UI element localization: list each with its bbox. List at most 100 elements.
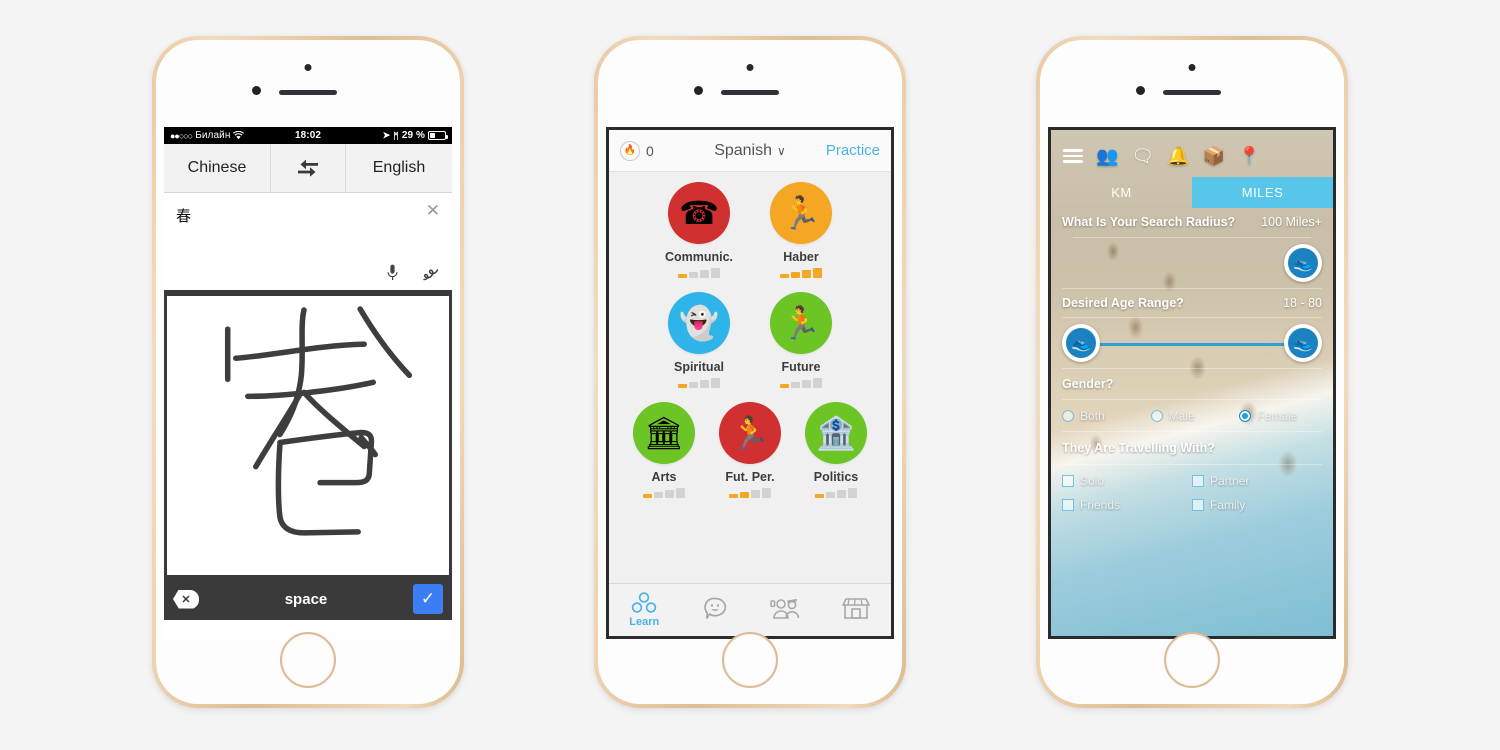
age-range-section: Desired Age Range? 18 - 80 👟 👟 xyxy=(1051,286,1333,366)
radio-label: Female xyxy=(1257,409,1298,423)
checkbox-partner[interactable]: Partner xyxy=(1192,474,1322,488)
status-bar: ●●○○○ Билайн 18:02 ➤ ᛗ 29 % xyxy=(164,127,452,144)
home-button[interactable] xyxy=(280,632,336,688)
confirm-button[interactable]: ✓ xyxy=(412,584,443,614)
checkbox-family[interactable]: Family xyxy=(1192,498,1322,512)
checkbox-label: Family xyxy=(1210,498,1246,512)
carrier-label: Билайн xyxy=(195,130,231,141)
skill-future[interactable]: 🏃 Future xyxy=(764,292,838,388)
battery-percent-label: 29 % xyxy=(401,130,426,141)
practice-button[interactable]: Practice xyxy=(786,142,880,159)
travelling-with-label: They Are Travelling With? xyxy=(1062,441,1215,455)
swap-arrows-icon[interactable] xyxy=(270,144,346,192)
checkbox-label: Friends xyxy=(1080,498,1121,512)
proximity-sensor-icon xyxy=(1136,86,1145,95)
section-divider xyxy=(1062,317,1322,318)
skill-fut-per[interactable]: 🏃 Fut. Per. xyxy=(713,402,787,498)
translate-input-area[interactable]: 春 ✕ xyxy=(164,193,452,293)
radio-female[interactable]: Female xyxy=(1239,409,1322,423)
people-icon[interactable]: 👥 xyxy=(1096,147,1118,165)
translate-input-value[interactable]: 春 xyxy=(176,205,191,226)
skill-politics[interactable]: 🏦 Politics xyxy=(799,402,873,498)
strength-bars xyxy=(780,268,822,278)
chat-icon[interactable]: 🗨 xyxy=(1131,147,1154,165)
home-button[interactable] xyxy=(722,632,778,688)
skill-label: Fut. Per. xyxy=(725,470,775,484)
strength-bars xyxy=(678,268,720,278)
radio-label: Both xyxy=(1080,409,1105,423)
clear-icon[interactable]: ✕ xyxy=(426,202,440,219)
shop-icon xyxy=(841,598,871,619)
phone-device-language-app: 🔥 0 Spanish ∨ Practice ☎ Communic. 🏃 Hab… xyxy=(594,36,906,708)
target-language-button[interactable]: English xyxy=(346,144,452,192)
travelling-with-section: They Are Travelling With? Solo Partner F… xyxy=(1051,423,1333,522)
footprint-icon: 👟 xyxy=(1288,328,1318,358)
tab-shop[interactable] xyxy=(821,597,892,623)
backspace-key[interactable]: ✕ xyxy=(173,589,199,609)
beach-background: 👥 🗨 🔔 📦 📍 KM MILES What Is Your Search R… xyxy=(1051,130,1333,636)
tab-learn[interactable]: Learn xyxy=(609,592,680,628)
skill-communic[interactable]: ☎ Communic. xyxy=(662,182,736,278)
gender-section: Gender? Both Male Female xyxy=(1051,366,1333,423)
tab-friends[interactable] xyxy=(750,597,821,623)
search-radius-label: What Is Your Search Radius? xyxy=(1062,215,1236,229)
microphone-icon[interactable] xyxy=(387,264,398,282)
location-arrow-icon: ➤ xyxy=(382,130,391,140)
radio-male[interactable]: Male xyxy=(1150,409,1234,423)
skill-icon-column: 🏛 xyxy=(633,402,695,464)
phone3-screen: 👥 🗨 🔔 📦 📍 KM MILES What Is Your Search R… xyxy=(1048,127,1336,639)
location-pin-icon[interactable]: 📍 xyxy=(1238,147,1260,165)
radio-both[interactable]: Both xyxy=(1062,409,1145,423)
bell-icon[interactable]: 🔔 xyxy=(1167,147,1189,165)
age-range-value: 18 - 80 xyxy=(1283,296,1322,310)
skill-icon-bank: 🏦 xyxy=(805,402,867,464)
skill-spiritual[interactable]: 👻 Spiritual xyxy=(662,292,736,388)
checkbox-friends[interactable]: Friends xyxy=(1062,498,1192,512)
home-button[interactable] xyxy=(1164,632,1220,688)
handwriting-icon[interactable] xyxy=(421,265,440,282)
phone3-body: 👥 🗨 🔔 📦 📍 KM MILES What Is Your Search R… xyxy=(1040,40,1344,704)
skill-icon-ghost: 👻 xyxy=(668,292,730,354)
strength-bars xyxy=(678,378,720,388)
skill-icon-runner: 🏃 xyxy=(770,182,832,244)
strength-bars xyxy=(815,488,857,498)
skill-arts[interactable]: 🏛 Arts xyxy=(627,402,701,498)
radio-label: Male xyxy=(1168,409,1195,423)
handwriting-canvas[interactable] xyxy=(167,296,449,575)
source-language-button[interactable]: Chinese xyxy=(164,144,270,192)
skill-tree: ☎ Communic. 🏃 Haber 👻 Spiritual 🏃 Future… xyxy=(609,172,891,583)
proximity-sensor-icon xyxy=(252,86,261,95)
checkbox-solo[interactable]: Solo xyxy=(1062,474,1192,488)
skill-icon-telephone: ☎ xyxy=(668,182,730,244)
space-key[interactable]: space xyxy=(285,591,328,608)
language-dropdown[interactable]: Spanish ∨ xyxy=(714,142,786,160)
search-radius-slider[interactable]: 👟 xyxy=(1062,242,1322,286)
slider-thumb-age-max[interactable]: 👟 xyxy=(1284,324,1322,362)
slider-thumb-radius[interactable]: 👟 xyxy=(1284,244,1322,282)
status-time: 18:02 xyxy=(294,130,322,141)
unit-km-button[interactable]: KM xyxy=(1051,177,1192,208)
unit-miles-button[interactable]: MILES xyxy=(1192,177,1333,208)
box-icon[interactable]: 📦 xyxy=(1203,147,1225,165)
streak-counter[interactable]: 🔥 0 xyxy=(620,140,714,161)
section-divider xyxy=(1062,368,1322,369)
tab-label: Learn xyxy=(629,616,660,628)
wifi-icon xyxy=(233,131,245,140)
hamburger-icon[interactable] xyxy=(1063,149,1083,163)
phone2-body: 🔥 0 Spanish ∨ Practice ☎ Communic. 🏃 Hab… xyxy=(598,40,902,704)
keyboard-bar: ✕ space ✓ xyxy=(164,578,452,620)
front-camera-icon xyxy=(746,64,754,71)
phone2-screen: 🔥 0 Spanish ∨ Practice ☎ Communic. 🏃 Hab… xyxy=(606,127,894,639)
skill-icon-runner: 🏃 xyxy=(719,402,781,464)
age-range-slider[interactable]: 👟 👟 xyxy=(1062,322,1322,366)
strength-bars xyxy=(643,488,685,498)
front-camera-icon xyxy=(304,64,312,71)
earpiece-speaker xyxy=(721,90,779,95)
checkbox-icon xyxy=(1192,499,1204,511)
speech-bubble-smiley-icon xyxy=(703,597,726,619)
checkbox-icon xyxy=(1192,475,1204,487)
skill-label: Politics xyxy=(813,470,859,484)
skill-haber[interactable]: 🏃 Haber xyxy=(764,182,838,278)
slider-thumb-age-min[interactable]: 👟 xyxy=(1062,324,1100,362)
tab-discuss[interactable] xyxy=(680,596,751,624)
